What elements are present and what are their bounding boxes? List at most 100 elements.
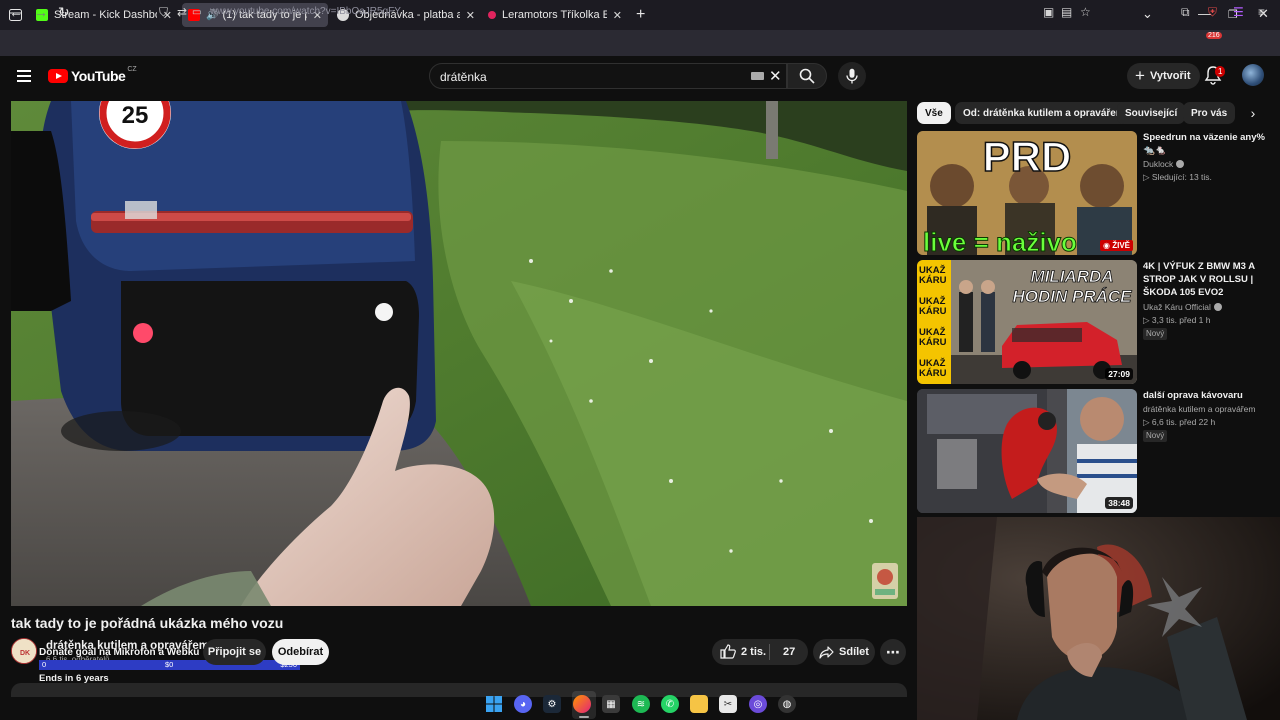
rec-thumbnail-3[interactable]: 38:48 [917,389,1137,513]
rec-channel-2[interactable]: Ukaž Káru Official [1143,302,1222,312]
channel-watermark[interactable] [872,563,898,599]
rec-title-2[interactable]: 4K | VÝFUK Z BMW M3 A STROP JAK V ROLLSU… [1143,260,1269,299]
leramotors-favicon-icon [488,11,496,19]
rec-thumbnail-2[interactable]: MILIARDA HODIN PRÁCE UKAŽ KÁRU UKAŽ KÁRU… [917,260,1137,384]
browser-tab-leramotors[interactable]: Leramotors Tříkolka E1 1500W ( ✕ [482,3,628,27]
keyboard-icon[interactable] [751,72,764,80]
svg-text:DK: DK [20,650,30,657]
verified-check-icon [1176,160,1185,168]
close-tab-icon[interactable]: ✕ [613,9,622,22]
browser-navbar [0,30,1280,56]
thumbnail-image [917,389,1137,513]
voice-search-button[interactable] [838,62,866,90]
rec-channel-1[interactable]: Duklock [1143,159,1185,169]
rec-meta-1: ▷ Sledující: 13 tis. [1143,172,1212,182]
description-panel[interactable] [11,683,907,697]
bookmark-star-icon[interactable]: ☆ [1080,5,1091,19]
webcam-image [917,517,1280,720]
like-separator [769,644,770,660]
live-label: ŽIVĚ [1112,241,1130,250]
browser-tab-kick[interactable]: Stream - Kick Dashboard ✕ [30,3,178,27]
streamer-webcam-overlay [917,517,1280,720]
permissions-icon[interactable]: ⇄ [177,5,187,19]
thumb-text-bottom: HODIN PRÁCE [1012,287,1132,306]
donation-goal-text: Donate goal na Mikrofon a Webku [39,647,200,658]
video-player[interactable]: 25 [11,101,907,606]
file-explorer-icon[interactable] [690,695,708,713]
country-code: CZ [127,65,137,73]
page-info-icon[interactable]: ▭ [192,7,201,18]
spotify-icon[interactable]: ≋ [632,695,650,713]
create-label: Vytvořit [1149,70,1191,82]
search-input-value: drátěnka [440,70,487,84]
chip-all[interactable]: Vše [917,102,951,124]
create-button[interactable]: + Vytvořit [1127,63,1201,89]
microsoft-store-icon[interactable]: ▦ [602,695,620,713]
new-badge: Nový [1143,328,1168,340]
account-avatar[interactable] [1242,64,1264,86]
pip-icon[interactable]: ▣ [1043,5,1054,19]
search-icon [799,68,815,84]
firefox-icon[interactable] [573,695,591,713]
extensions-icon[interactable]: ⧉ [1181,5,1190,20]
shield-icon[interactable]: ⛉ [159,5,168,20]
url-field[interactable]: www.youtube.com/watch?v=IBbOaJR5qFY [210,6,401,17]
more-actions-button[interactable]: ⋯ [880,639,906,665]
windows-start-icon[interactable] [485,695,503,713]
snipping-tool-icon[interactable]: ✂ [719,695,737,713]
obs-studio-icon[interactable]: ◍ [778,695,796,713]
rec-meta-2: ▷ 3,3 tis. před 1 h [1143,315,1211,325]
tab-overflow-chevron-icon[interactable]: ⌄ [1142,6,1153,22]
back-arrow-icon[interactable]: ← [9,4,23,20]
rec-channel-name: Ukaž Káru Official [1143,302,1211,312]
thumbnail-image: MILIARDA HODIN PRÁCE UKAŽ KÁRU UKAŽ KÁRU… [917,260,1137,384]
menu-hamburger-icon[interactable] [17,70,31,82]
channel-avatar[interactable]: DK [11,638,37,664]
chip-related[interactable]: Související [1117,102,1186,124]
search-input[interactable]: drátěnka ✕ [429,63,787,89]
rec-title-1[interactable]: Speedrun na väzenie any% 🐀🐁 [1143,131,1269,157]
reload-icon[interactable]: ↻ [58,4,70,21]
rec-title-3[interactable]: další oprava kávovaru [1143,389,1269,402]
video-title: tak tady to je pořádná ukázka mého vozu [11,615,284,631]
obs-like-purple-icon[interactable]: ◎ [749,695,767,713]
verified-check-icon [1213,303,1222,311]
search-button[interactable] [787,63,827,89]
extension-badge: 216 [1206,32,1222,39]
chip-from-channel[interactable]: Od: drátěnka kutilem a opravářem [955,102,1133,124]
extension-purple-icon[interactable]: ☰ [1233,5,1244,19]
new-tab-button[interactable]: + [636,6,645,24]
rec-channel-3[interactable]: drátěnka kutilem a opravářem [1143,404,1255,414]
share-button[interactable]: Sdílet [813,639,875,665]
chip-for-you[interactable]: Pro vás [1183,102,1236,124]
whatsapp-icon[interactable]: ✆ [661,695,679,713]
chips-next-chevron-icon[interactable]: › [1243,103,1263,123]
rec-thumbnail-1[interactable]: PRD live = naživo ◉ ŽIVĚ [917,131,1137,255]
donation-current: $0 [165,660,174,669]
subscribe-button[interactable]: Odebírat [272,639,329,665]
like-button[interactable]: 2 tis. [720,644,766,659]
thumb-side-text: KÁRU [919,337,947,348]
thumbs-up-icon [720,644,736,659]
join-button[interactable]: Připojit se [203,639,266,665]
live-badge: ◉ ŽIVĚ [1100,240,1133,251]
clear-search-icon[interactable]: ✕ [769,67,782,85]
svg-text:25: 25 [122,102,149,129]
plus-icon: + [1135,66,1145,85]
steam-icon[interactable]: ⚙ [543,695,561,713]
ublock-icon[interactable]: ⛨ [1208,5,1217,20]
tab-title: Leramotors Tříkolka E1 1500W ( [502,9,607,21]
youtube-logo[interactable]: YouTube CZ [48,65,137,84]
forward-arrow-icon[interactable]: → [34,4,48,20]
share-arrow-icon [819,645,834,659]
share-label: Sdílet [839,646,869,658]
thumbnail-image: PRD live = naživo [917,131,1137,255]
like-dislike-group: 2 tis. 27 [712,639,808,665]
thumb-text-top: PRD [983,133,1072,180]
close-tab-icon[interactable]: ✕ [466,9,475,22]
discord-icon[interactable]: ◕ [514,695,532,713]
reader-view-icon[interactable]: ▤ [1061,5,1072,19]
app-menu-icon[interactable]: ≡ [1258,5,1265,19]
dislike-button[interactable]: 27 [783,646,795,658]
duration-badge: 38:48 [1105,497,1133,509]
